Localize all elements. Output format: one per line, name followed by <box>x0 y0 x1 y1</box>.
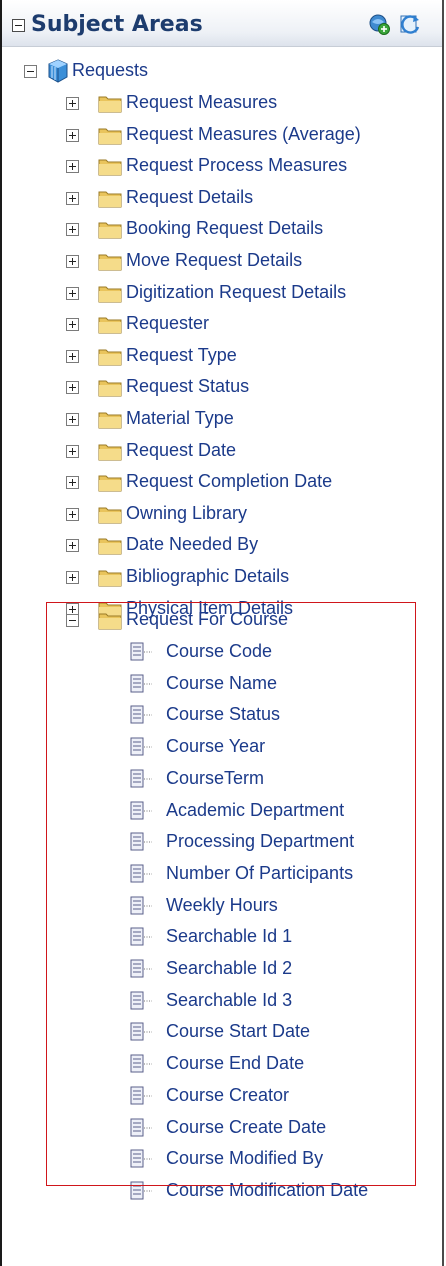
folder-expand-toggle[interactable] <box>66 381 79 395</box>
folder-icon <box>98 159 122 176</box>
folder-move-request-details[interactable]: Move Request Details <box>2 245 402 277</box>
folder-label: Request Measures (Average) <box>126 123 361 144</box>
tree-root-requests[interactable]: Requests <box>2 55 402 87</box>
folder-request-status[interactable]: Request Status <box>2 371 402 403</box>
root-collapse-toggle[interactable] <box>24 65 37 78</box>
folder-label: Date Needed By <box>126 534 259 555</box>
folder-icon <box>98 412 122 429</box>
folder-request-date[interactable]: Request Date <box>2 435 402 467</box>
add-subject-area-icon[interactable] <box>367 12 391 36</box>
subject-area-cube-icon <box>48 59 68 83</box>
folder-expand-toggle[interactable] <box>66 191 79 205</box>
folder-icon <box>98 317 122 334</box>
folder-expand-toggle[interactable] <box>66 255 79 268</box>
folder-expand-toggle[interactable] <box>66 128 79 142</box>
folder-bibliographic-details[interactable]: Bibliographic Details <box>2 561 402 593</box>
folder-icon <box>98 475 122 492</box>
folder-icon <box>98 349 122 366</box>
folder-owning-library[interactable]: Owning Library <box>2 498 402 530</box>
folder-expand-toggle[interactable] <box>66 223 79 237</box>
folder-label: Request Process Measures <box>126 155 348 176</box>
folder-material-type[interactable]: Material Type <box>2 403 402 435</box>
folder-icon <box>98 96 122 113</box>
folder-icon <box>98 254 122 271</box>
folder-expand-toggle[interactable] <box>66 444 79 458</box>
folder-label: Request Date <box>126 439 237 460</box>
folder-label: Requester <box>126 313 210 334</box>
folder-label: Request Details <box>126 186 254 207</box>
folder-icon <box>98 507 122 524</box>
folder-icon <box>98 222 122 239</box>
folder-request-measures-average[interactable]: Request Measures (Average) <box>2 119 402 151</box>
folder-request-measures[interactable]: Request Measures <box>2 87 402 119</box>
folder-icon <box>98 538 122 555</box>
folder-expand-toggle[interactable] <box>66 571 79 584</box>
folder-label: Digitization Request Details <box>126 281 347 302</box>
folder-expand-toggle[interactable] <box>66 160 79 174</box>
folder-date-needed-by[interactable]: Date Needed By <box>2 529 402 561</box>
panel-collapse-toggle[interactable] <box>12 19 25 32</box>
folder-expand-toggle[interactable] <box>66 507 79 521</box>
folder-icon <box>98 570 122 587</box>
folder-label: Request Status <box>126 376 250 397</box>
panel-title: Subject Areas <box>31 12 203 37</box>
folder-expand-toggle[interactable] <box>66 476 79 490</box>
folder-expand-toggle[interactable] <box>66 318 79 332</box>
folder-label: Move Request Details <box>126 250 303 270</box>
folder-expand-toggle[interactable] <box>66 97 79 110</box>
folder-icon <box>98 128 122 145</box>
folder-request-completion-date[interactable]: Request Completion Date <box>2 466 402 498</box>
subject-areas-panel: Subject Areas Requests Request Measures … <box>0 0 444 1266</box>
folder-expand-toggle[interactable] <box>66 413 79 426</box>
folder-expand-toggle[interactable] <box>66 539 79 553</box>
panel-header: Subject Areas <box>2 0 442 47</box>
folder-request-type[interactable]: Request Type <box>2 340 402 372</box>
folder-icon <box>98 191 122 208</box>
folder-label: Request Completion Date <box>126 471 333 492</box>
folder-label: Request Type <box>126 344 237 365</box>
folder-label: Bibliographic Details <box>126 566 290 586</box>
folder-requester[interactable]: Requester <box>2 308 402 340</box>
folder-icon <box>98 444 122 461</box>
folder-expand-toggle[interactable] <box>66 286 79 300</box>
highlight-annotation-box <box>46 602 416 1186</box>
folder-expand-toggle[interactable] <box>66 349 79 363</box>
folder-digitization-request-details[interactable]: Digitization Request Details <box>2 277 402 309</box>
folder-icon <box>98 286 122 303</box>
folder-icon <box>98 380 122 397</box>
folder-label: Owning Library <box>126 502 248 523</box>
root-label: Requests <box>72 60 149 80</box>
folder-request-details[interactable]: Request Details <box>2 182 402 214</box>
folder-label: Material Type <box>126 408 234 428</box>
folder-request-process-measures[interactable]: Request Process Measures <box>2 150 402 182</box>
refresh-icon[interactable] <box>398 12 422 36</box>
folder-label: Request Measures <box>126 92 278 112</box>
folder-booking-request-details[interactable]: Booking Request Details <box>2 213 402 245</box>
folder-label: Booking Request Details <box>126 218 324 239</box>
